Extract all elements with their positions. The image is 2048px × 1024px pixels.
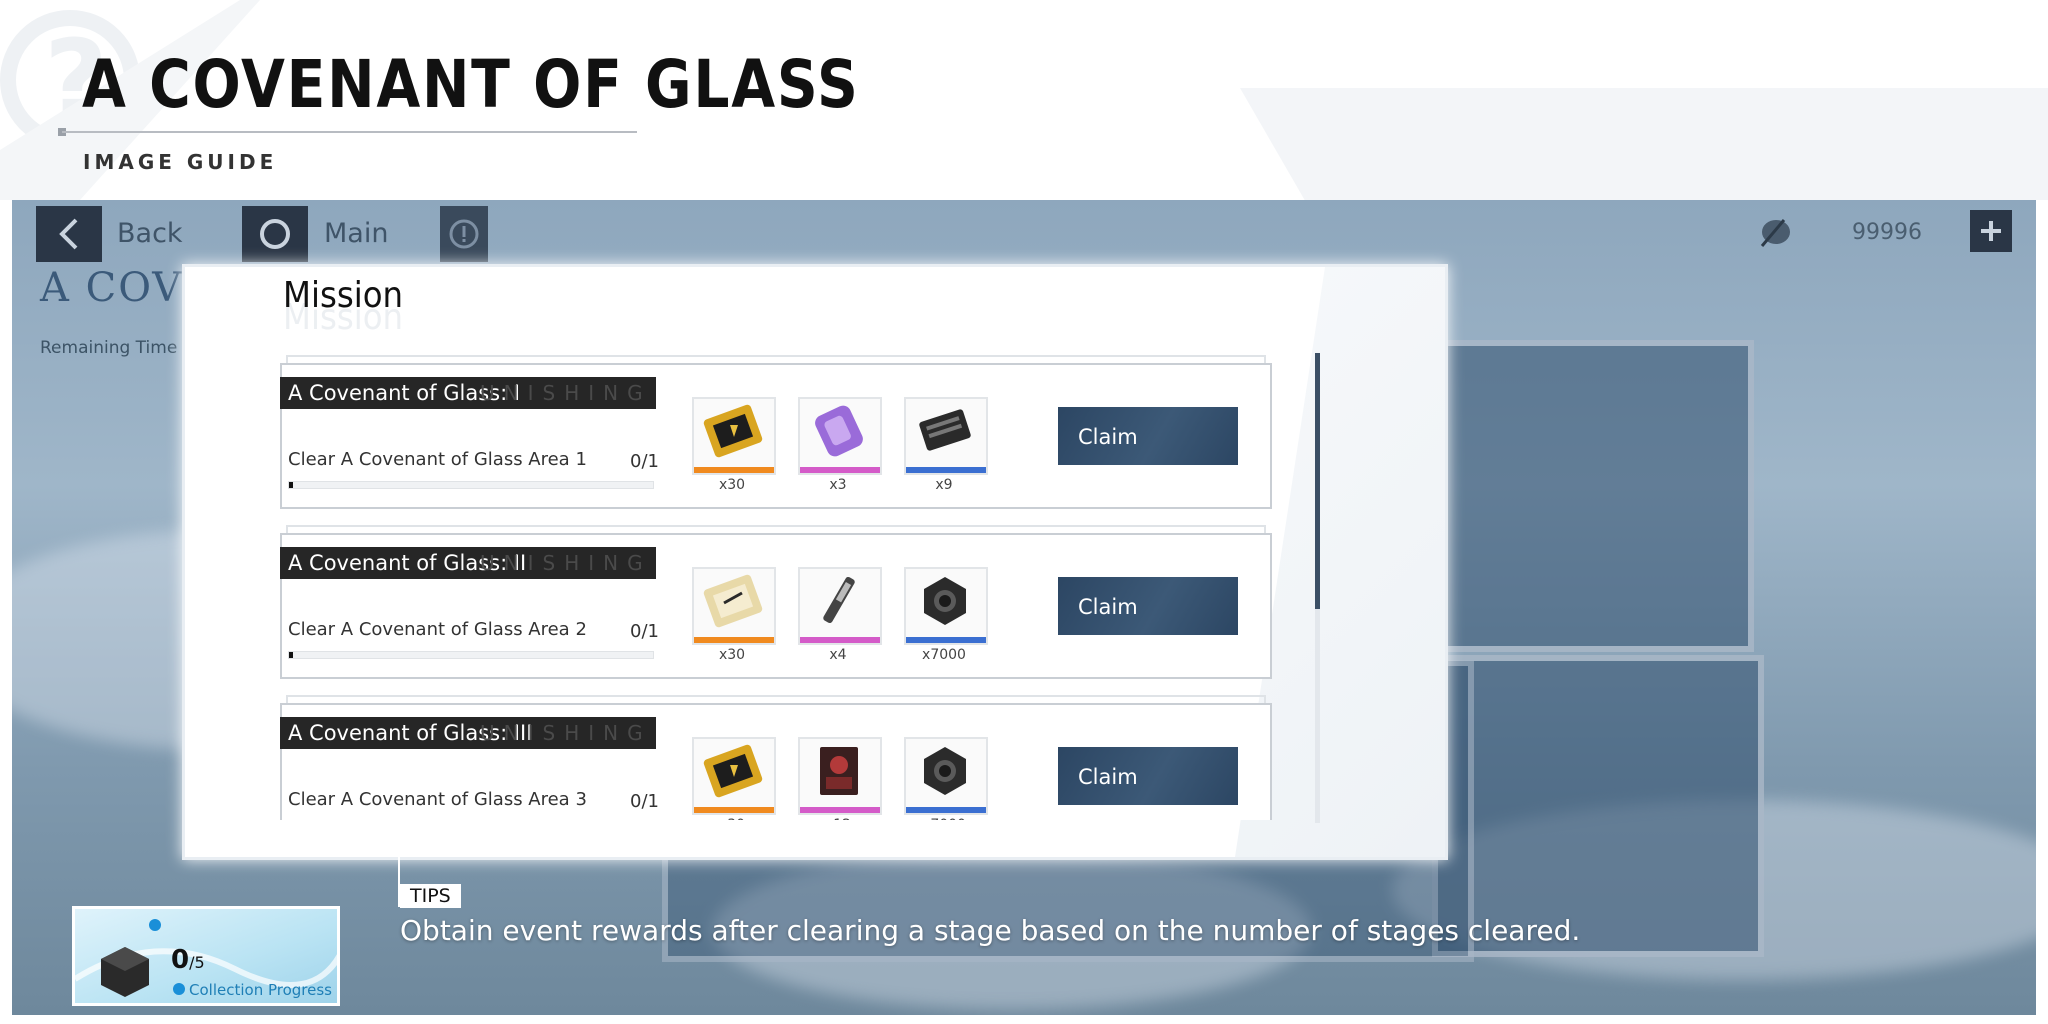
scrollbar[interactable] [1315, 353, 1320, 823]
rarity-bar [800, 637, 880, 643]
main-button[interactable] [242, 206, 308, 262]
back-label[interactable]: Back [117, 218, 183, 249]
header-decoration [1240, 88, 2048, 200]
stage-panel[interactable] [1432, 655, 1764, 957]
reward-qty: x4 [829, 647, 847, 663]
hex-nut-icon [924, 577, 966, 625]
syringe-icon [823, 576, 855, 624]
rarity-bar [800, 807, 880, 813]
reward-item[interactable] [692, 737, 776, 815]
page-subtitle: IMAGE GUIDE [83, 150, 278, 174]
reward-item[interactable] [798, 397, 882, 475]
claim-button[interactable]: Claim [1058, 747, 1238, 805]
mission-name: A Covenant of Glass: III UNISHING [280, 717, 656, 749]
reward-item[interactable] [692, 397, 776, 475]
title-underline [62, 131, 637, 133]
cream-card-icon [703, 574, 763, 628]
circle-icon [260, 219, 290, 249]
currency-value: 99996 [1852, 220, 1922, 245]
collection-progress-card[interactable]: 0/5 Collection Progress [72, 906, 340, 1006]
claim-button[interactable]: Claim [1058, 407, 1238, 465]
mission-description: Clear A Covenant of Glass Area 1 [288, 449, 587, 470]
collection-count: 0/5 [171, 945, 205, 975]
mission-row: A Covenant of Glass: III UNISHING Clear … [280, 695, 1272, 820]
collection-label: Collection Progress [189, 981, 332, 999]
mission-description: Clear A Covenant of Glass Area 2 [288, 619, 587, 640]
mission-progress-count: 0/1 [630, 451, 659, 472]
rarity-bar [906, 807, 986, 813]
rarity-bar [906, 467, 986, 473]
feather-currency-icon [1760, 219, 1790, 247]
reward-item[interactable] [904, 567, 988, 645]
gold-card-icon [703, 744, 763, 798]
mission-description: Clear A Covenant of Glass Area 3 [288, 789, 587, 810]
cube-icon [101, 947, 149, 997]
back-button[interactable] [36, 206, 102, 262]
main-label[interactable]: Main [324, 218, 388, 249]
reward-qty: x3 [829, 477, 847, 493]
event-logo: A COV [40, 265, 184, 311]
mission-progress-count: 0/1 [630, 791, 659, 812]
mission-row: A Covenant of Glass: II UNISHING Clear A… [280, 525, 1272, 679]
mission-row: A Covenant of Glass: I UNISHING Clear A … [280, 355, 1272, 509]
reward-item[interactable] [692, 567, 776, 645]
mission-name: A Covenant of Glass: I UNISHING [280, 377, 656, 409]
tips-text: Obtain event rewards after clearing a st… [400, 914, 1581, 947]
rarity-bar [800, 467, 880, 473]
collection-total: /5 [189, 953, 205, 972]
gold-card-icon [703, 404, 763, 458]
tips-badge: TIPS [400, 884, 461, 908]
reward-qty: x9 [935, 477, 953, 493]
info-icon [449, 219, 479, 249]
purple-device-icon [815, 405, 863, 457]
mission-ghost-text: UNISHING [480, 381, 652, 405]
stage-panel[interactable] [1442, 340, 1754, 652]
remaining-time: Remaining Time 2 [40, 338, 194, 358]
chevron-left-icon [59, 218, 78, 250]
portrait-card-icon [820, 747, 858, 795]
mission-dialog: Mission Mission A Covenant of Glass: I U… [182, 264, 1448, 860]
chip-icon [919, 409, 971, 451]
mission-progress-bar [288, 651, 654, 659]
mission-ghost-text: UNISHING [480, 551, 652, 575]
reward-item[interactable] [904, 397, 988, 475]
rarity-bar [906, 637, 986, 643]
reward-qty: x30 [718, 647, 746, 663]
collection-dot [173, 983, 185, 995]
add-currency-button[interactable] [1970, 210, 2012, 252]
reward-qty: x7000 [922, 647, 966, 663]
page-title: A COVENANT OF GLASS [82, 46, 860, 123]
progress-fill [289, 482, 293, 488]
rarity-bar [694, 637, 774, 643]
info-button[interactable] [440, 206, 488, 262]
reward-item[interactable] [904, 737, 988, 815]
mission-list[interactable]: A Covenant of Glass: I UNISHING Clear A … [280, 355, 1290, 820]
reward-qty: x7000 [904, 817, 984, 820]
scrollbar-thumb[interactable] [1315, 353, 1320, 609]
reward-qty: x12 [798, 817, 878, 820]
hex-nut-icon [924, 747, 966, 795]
claim-button[interactable]: Claim [1058, 577, 1238, 635]
reward-qty: x30 [692, 817, 772, 820]
progress-fill [289, 652, 293, 658]
reward-item[interactable] [798, 567, 882, 645]
rarity-bar [694, 807, 774, 813]
mission-name: A Covenant of Glass: II UNISHING [280, 547, 656, 579]
dialog-title: Mission [283, 275, 404, 316]
collection-count-value: 0 [171, 945, 190, 975]
mission-progress-count: 0/1 [630, 621, 659, 642]
mission-progress-bar [288, 481, 654, 489]
plus-icon [1981, 221, 2001, 241]
reward-item[interactable] [798, 737, 882, 815]
reward-qty: x30 [718, 477, 746, 493]
rarity-bar [694, 467, 774, 473]
mission-ghost-text: UNISHING [480, 721, 652, 745]
